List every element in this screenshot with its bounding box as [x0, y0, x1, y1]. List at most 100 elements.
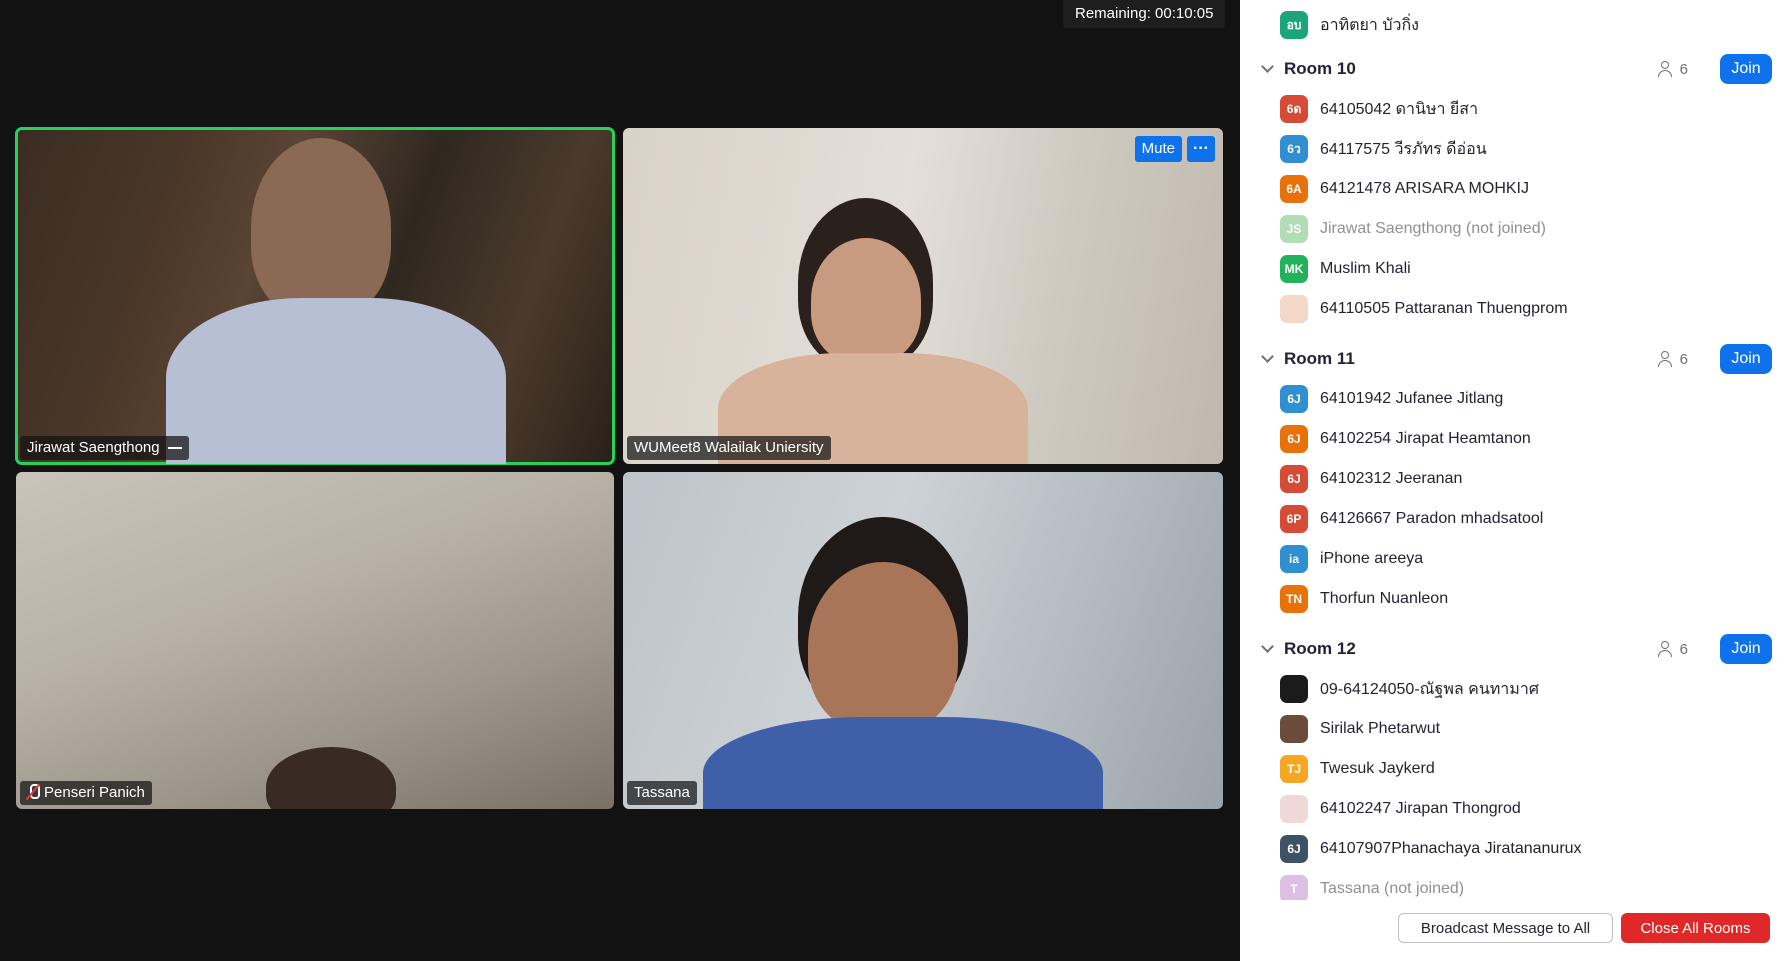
count-value: 6	[1679, 350, 1688, 368]
participant-row[interactable]: JS Jirawat Saengthong (not joined)	[1280, 209, 1546, 249]
participant-row[interactable]: 6ด 64105042 ดานิษา ยีสา	[1280, 89, 1478, 129]
user-icon	[1657, 641, 1672, 657]
more-options-button[interactable]: ···	[1187, 136, 1215, 162]
participant-name: 64121478 ARISARA MOHKIJ	[1320, 180, 1529, 197]
participant-name: Twesuk Jaykerd	[1320, 760, 1435, 777]
participant-row[interactable]: TN Thorfun Nuanleon	[1280, 579, 1448, 619]
participant-name: Thorfun Nuanleon	[1320, 590, 1449, 607]
participant-name: 64102312 Jeeranan	[1320, 470, 1463, 487]
participant-shirt	[703, 717, 1103, 809]
room-title: Room 12	[1284, 639, 1356, 658]
participant-name: Jirawat Saengthong	[27, 439, 160, 456]
join-room-button[interactable]: Join	[1720, 634, 1772, 664]
participant-row[interactable]: 6J 64102312 Jeeranan	[1280, 459, 1462, 499]
participant-row[interactable]: 6A 64121478 ARISARA MOHKIJ	[1280, 169, 1529, 209]
participant-name: 64110505 Pattaranan Thuengprom	[1320, 300, 1568, 317]
participant-name: Jirawat Saengthong (not joined)	[1320, 220, 1546, 237]
avatar: 6J	[1280, 385, 1308, 413]
participant-name: 64117575 วีรภัทร ดีอ่อน	[1320, 140, 1487, 158]
join-room-button[interactable]: Join	[1720, 344, 1772, 374]
name-tag: Tassana	[627, 781, 697, 805]
avatar: 6A	[1280, 175, 1308, 203]
count-value: 6	[1679, 640, 1688, 658]
participant-name: 09-64124050-ณัฐพล คนทามาศ	[1320, 680, 1539, 698]
participant-name: 64102254 Jirapat Heamtanon	[1320, 430, 1531, 447]
video-tile-tassana[interactable]: Tassana	[623, 472, 1223, 809]
participant-name: iPhone areeya	[1320, 550, 1424, 567]
avatar: 6ว	[1280, 135, 1308, 163]
participant-name: Muslim Khali	[1320, 260, 1411, 277]
participant-name: Sirilak Phetarwut	[1320, 720, 1441, 737]
participant-row[interactable]: 6ว 64117575 วีรภัทร ดีอ่อน	[1280, 129, 1487, 169]
room-list: อบ อาทิตยา บัวกิ่ง Room 10 6 Join 6ด 64105042 …	[1240, 0, 1788, 903]
avatar: ia	[1280, 545, 1308, 573]
participant-count: 6	[1657, 640, 1688, 658]
participant-row[interactable]: 6J 64102254 Jirapat Heamtanon	[1280, 419, 1531, 459]
participant-face	[808, 562, 958, 732]
broadcast-message-button[interactable]: Broadcast Message to All	[1398, 913, 1613, 943]
close-all-rooms-button[interactable]: Close All Rooms	[1621, 913, 1770, 943]
participant-row[interactable]: TJ Twesuk Jaykerd	[1280, 749, 1435, 789]
avatar: MK	[1280, 255, 1308, 283]
remaining-time: Remaining: 00:10:05	[1063, 0, 1226, 28]
count-value: 6	[1679, 60, 1688, 78]
participant-name: Penseri Panich	[44, 784, 145, 801]
avatar: TJ	[1280, 755, 1308, 783]
avatar: อบ	[1280, 11, 1308, 39]
breakout-rooms-panel: อบ อาทิตยา บัวกิ่ง Room 10 6 Join 6ด 64105042 …	[1240, 0, 1788, 961]
participant-video	[251, 138, 391, 318]
avatar-photo	[1280, 795, 1308, 823]
participant-name: Tassana (not joined)	[1320, 880, 1465, 897]
participant-name: 64105042 ดานิษา ยีสา	[1320, 100, 1479, 118]
chevron-down-icon[interactable]	[1258, 59, 1278, 79]
participant-row[interactable]: ia iPhone areeya	[1280, 539, 1423, 579]
muted-mic-icon	[27, 784, 40, 800]
participant-name: 64101942 Jufanee Jitlang	[1320, 390, 1504, 407]
chevron-down-icon[interactable]	[1258, 639, 1278, 659]
user-icon	[1657, 61, 1672, 77]
avatar: 6P	[1280, 505, 1308, 533]
avatar-photo	[1280, 675, 1308, 703]
participant-count: 6	[1657, 60, 1688, 78]
participant-face	[811, 238, 921, 363]
participant-video	[266, 747, 396, 809]
participant-row[interactable]: MK Muslim Khali	[1280, 249, 1411, 289]
join-room-button[interactable]: Join	[1720, 54, 1772, 84]
participant-shirt	[166, 298, 506, 464]
avatar: 6ด	[1280, 95, 1308, 123]
avatar: 6J	[1280, 835, 1308, 863]
video-tile-penseri[interactable]: Penseri Panich	[16, 472, 614, 809]
panel-footer: Broadcast Message to All Close All Rooms	[1240, 900, 1788, 961]
participant-name: 64102247 Jirapan Thongrod	[1320, 800, 1521, 817]
mute-button[interactable]: Mute	[1134, 136, 1182, 162]
audio-indicator-icon	[167, 447, 182, 450]
participant-count: 6	[1657, 350, 1688, 368]
participant-name: อาทิตยา บัวกิ่ง	[1320, 16, 1419, 34]
room-header[interactable]: Room 12 6 Join	[1258, 629, 1772, 669]
avatar: TN	[1280, 585, 1308, 613]
video-tile-wumeet8[interactable]: Mute ··· WUMeet8 Walailak Uniersity	[623, 128, 1223, 464]
chevron-down-icon[interactable]	[1258, 349, 1278, 369]
participant-row[interactable]: อบ อาทิตยา บัวกิ่ง	[1280, 5, 1419, 45]
name-tag: Jirawat Saengthong	[20, 436, 189, 460]
participant-row[interactable]: 64110505 Pattaranan Thuengprom	[1280, 289, 1568, 329]
participant-row[interactable]: 64102247 Jirapan Thongrod	[1280, 789, 1521, 829]
room-title: Room 11	[1284, 349, 1355, 368]
name-tag: WUMeet8 Walailak Uniersity	[627, 436, 831, 460]
avatar-photo	[1280, 715, 1308, 743]
room-title: Room 10	[1284, 59, 1356, 78]
room-header[interactable]: Room 10 6 Join	[1258, 49, 1772, 89]
user-icon	[1657, 351, 1672, 367]
avatar: 6J	[1280, 465, 1308, 493]
participant-row[interactable]: 6J 64107907Phanachaya Jiratananurux	[1280, 829, 1582, 869]
participant-row[interactable]: 6J 64101942 Jufanee Jitlang	[1280, 379, 1503, 419]
avatar: T	[1280, 875, 1308, 903]
participant-row[interactable]: 09-64124050-ณัฐพล คนทามาศ	[1280, 669, 1539, 709]
video-tile-jirawat[interactable]: Jirawat Saengthong	[15, 127, 615, 465]
participant-row[interactable]: Sirilak Phetarwut	[1280, 709, 1440, 749]
avatar: 6J	[1280, 425, 1308, 453]
participant-row[interactable]: 6P 64126667 Paradon mhadsatool	[1280, 499, 1543, 539]
room-header[interactable]: Room 11 6 Join	[1258, 339, 1772, 379]
avatar: JS	[1280, 215, 1308, 243]
video-stage: Remaining: 00:10:05 Jirawat Saengthong M…	[0, 0, 1240, 961]
